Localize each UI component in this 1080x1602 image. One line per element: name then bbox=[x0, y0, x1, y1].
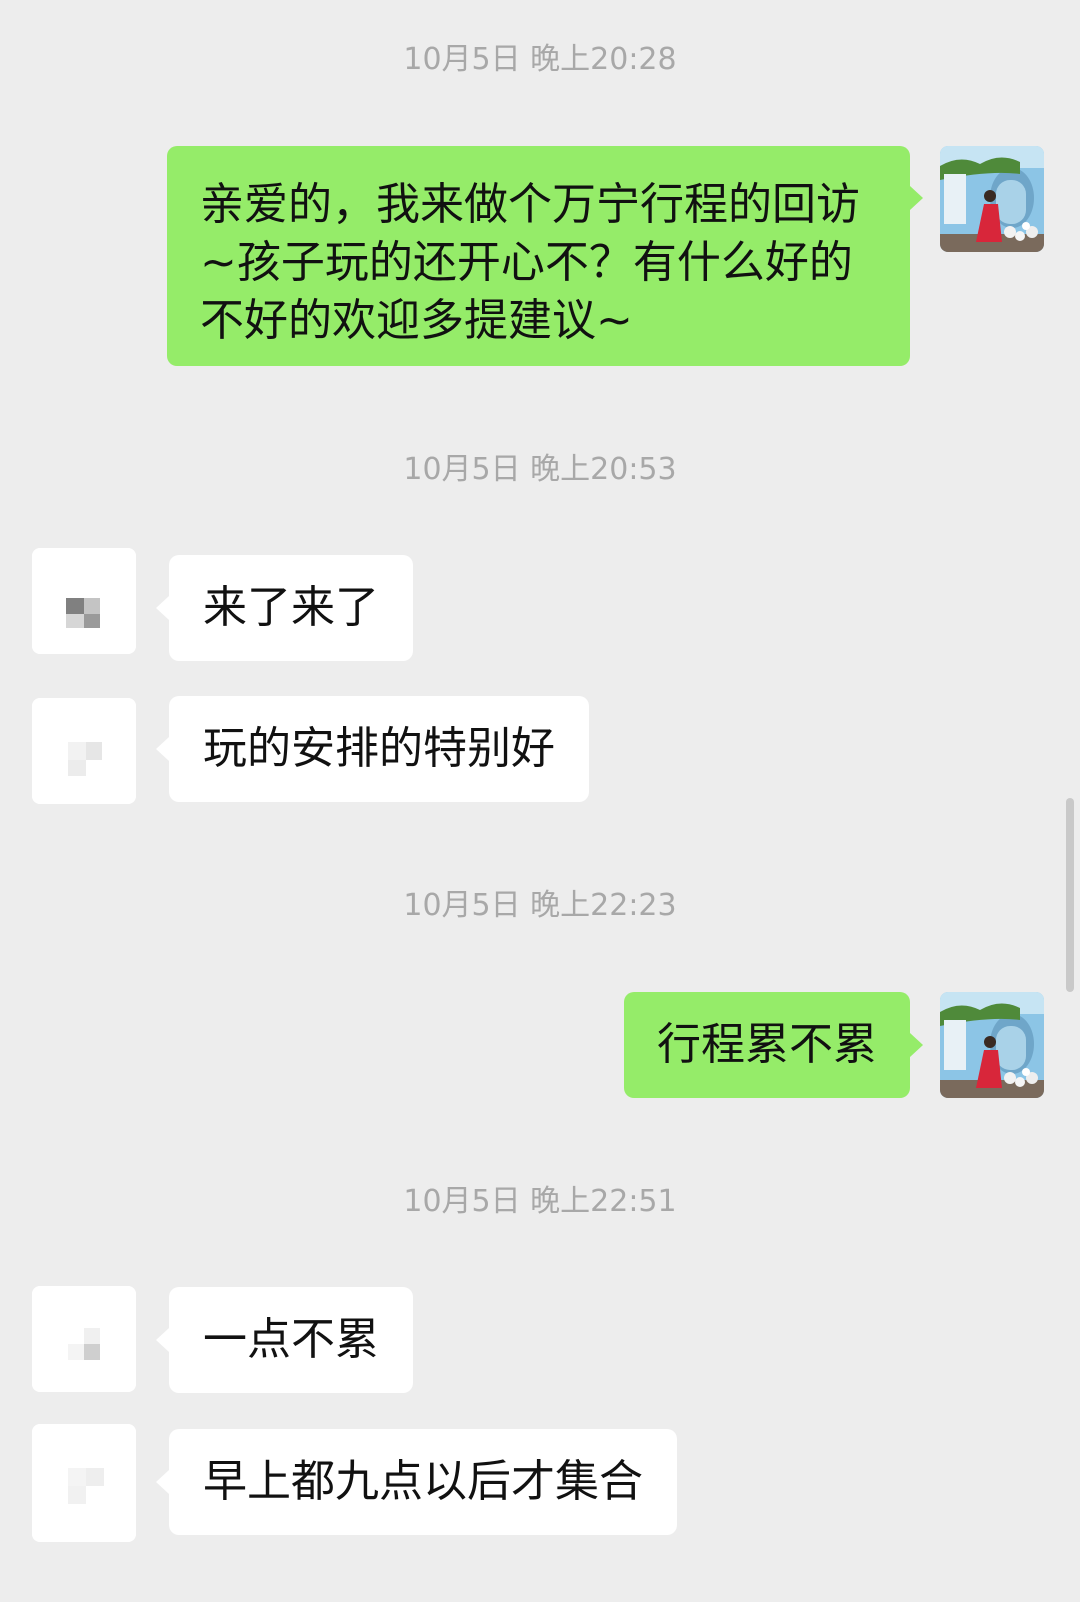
message-text: 亲爱的，我来做个万宁行程的回访 ~孩子玩的还开心不？有什么好的 不好的欢迎多提建… bbox=[200, 179, 860, 346]
self-avatar-photo-icon bbox=[940, 146, 1044, 252]
contact-avatar[interactable] bbox=[32, 1286, 136, 1392]
message-timestamp: 10月5日 晚上22:23 bbox=[403, 888, 677, 923]
bubble-tail bbox=[156, 1328, 169, 1352]
message-timestamp: 10月5日 晚上20:53 bbox=[403, 452, 677, 487]
self-avatar[interactable] bbox=[940, 146, 1044, 252]
message-text: 一点不累 bbox=[203, 1314, 379, 1365]
incoming-message-bubble[interactable]: 早上都九点以后才集合 bbox=[169, 1429, 677, 1535]
outgoing-message-bubble[interactable]: 亲爱的，我来做个万宁行程的回访 ~孩子玩的还开心不？有什么好的 不好的欢迎多提建… bbox=[167, 146, 910, 366]
self-avatar-photo-icon bbox=[940, 992, 1044, 1098]
bubble-tail bbox=[156, 596, 169, 620]
message-text: 玩的安排的特别好 bbox=[203, 723, 555, 774]
contact-avatar-pixelated-icon bbox=[32, 1424, 136, 1542]
incoming-message-bubble[interactable]: 一点不累 bbox=[169, 1287, 413, 1393]
outgoing-message-bubble[interactable]: 行程累不累 bbox=[624, 992, 910, 1098]
bubble-tail bbox=[910, 1033, 923, 1057]
contact-avatar[interactable] bbox=[32, 698, 136, 804]
contact-avatar-pixelated-icon bbox=[32, 548, 136, 654]
contact-avatar-pixelated-icon bbox=[32, 1286, 136, 1392]
message-text: 早上都九点以后才集合 bbox=[203, 1456, 643, 1507]
contact-avatar[interactable] bbox=[32, 548, 136, 654]
scrollbar-thumb[interactable] bbox=[1066, 798, 1074, 992]
chat-history[interactable]: 10月5日 晚上20:28 亲爱的，我来做个万宁行程的回访 ~孩子玩的还开心不？… bbox=[0, 0, 1080, 1602]
bubble-tail bbox=[156, 737, 169, 761]
incoming-message-bubble[interactable]: 来了来了 bbox=[169, 555, 413, 661]
message-timestamp: 10月5日 晚上20:28 bbox=[403, 42, 677, 77]
bubble-tail bbox=[156, 1470, 169, 1494]
message-timestamp: 10月5日 晚上22:51 bbox=[403, 1184, 677, 1219]
message-text: 来了来了 bbox=[203, 582, 379, 633]
contact-avatar[interactable] bbox=[32, 1424, 136, 1542]
incoming-message-bubble[interactable]: 玩的安排的特别好 bbox=[169, 696, 589, 802]
self-avatar[interactable] bbox=[940, 992, 1044, 1098]
message-text: 行程累不累 bbox=[657, 1019, 877, 1070]
bubble-tail bbox=[910, 186, 923, 210]
contact-avatar-pixelated-icon bbox=[32, 698, 136, 804]
